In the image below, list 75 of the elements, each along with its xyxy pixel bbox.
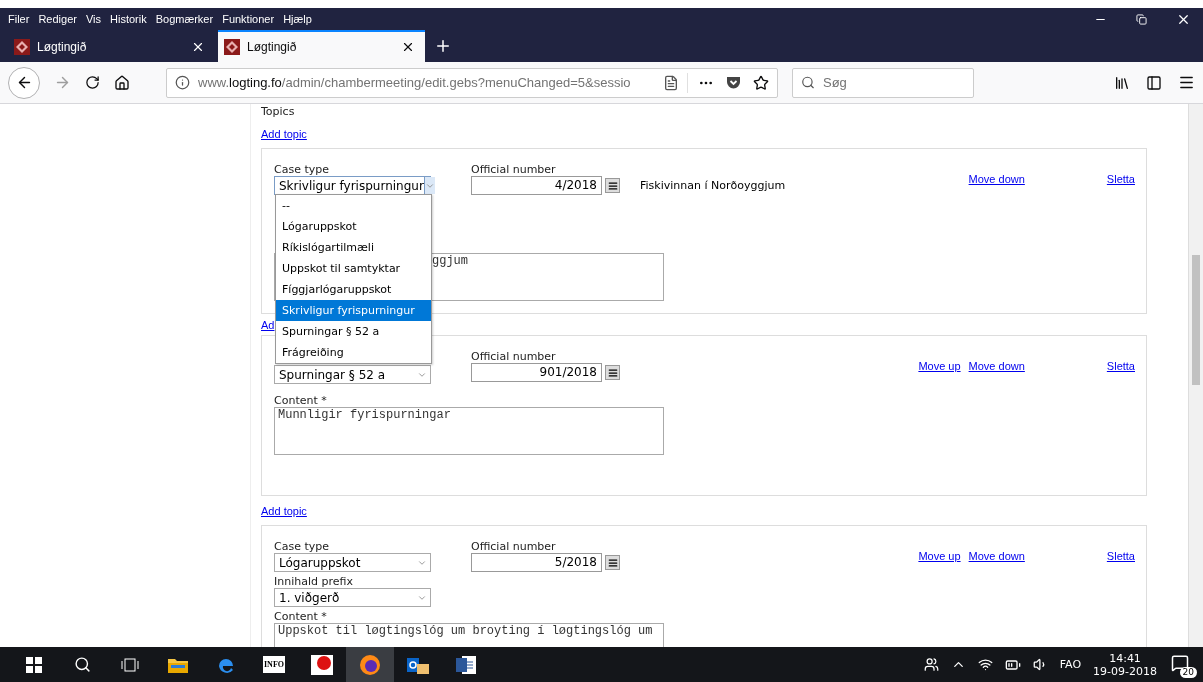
restore-icon[interactable]: [1136, 13, 1147, 25]
dropdown-option[interactable]: Uppskot til samtyktar: [276, 258, 431, 279]
favicon-icon: [224, 39, 240, 55]
official-number-field[interactable]: 5/2018: [471, 553, 602, 572]
field-label: Official number: [471, 163, 557, 176]
close-icon[interactable]: [401, 40, 415, 54]
search-icon: [801, 75, 815, 90]
scrollbar-thumb[interactable]: [1192, 255, 1200, 385]
clock-date[interactable]: 19-09-2018: [1093, 664, 1157, 678]
menu-item[interactable]: Funktioner: [222, 13, 275, 25]
people-icon[interactable]: [923, 657, 939, 672]
home-icon[interactable]: [114, 74, 130, 91]
back-button[interactable]: [8, 66, 40, 99]
field-label: Official number: [471, 540, 557, 553]
official-number-field[interactable]: 901/2018: [471, 363, 602, 382]
forward-icon[interactable]: [54, 74, 71, 91]
move-link[interactable]: Move down: [968, 550, 1025, 562]
dropdown-option[interactable]: Fíggjarlógaruppskot: [276, 279, 431, 300]
dropdown-option[interactable]: --: [276, 195, 431, 216]
move-link[interactable]: Move up: [918, 360, 961, 372]
menu-item[interactable]: Vis: [85, 13, 101, 25]
menu-item[interactable]: Historik: [110, 13, 147, 25]
field-label: Case type: [274, 540, 330, 553]
topic-title: Fiskivinnan í Norðoyggjum: [640, 179, 786, 192]
favicon-icon: [14, 39, 30, 55]
wifi-icon[interactable]: [977, 657, 993, 672]
dropdown-option[interactable]: Lógaruppskot: [276, 216, 431, 237]
address-bar[interactable]: www.logting.fo/admin/chambermeeting/edit.gebs?menuChanged=5&sessio: [166, 67, 778, 98]
add-topic-link[interactable]: Add topic: [261, 127, 307, 140]
menu-item[interactable]: Rediger: [38, 13, 77, 25]
content-textarea[interactable]: Munnligir fyrispurningar: [274, 407, 664, 455]
field-label: Content *: [274, 394, 328, 407]
field-label: Innihald prefix: [274, 575, 354, 588]
library-icon[interactable]: [1114, 74, 1130, 91]
dropdown-option[interactable]: Skrivligur fyrispurningur: [276, 300, 431, 321]
add-topic-link[interactable]: Ad: [261, 318, 275, 331]
delete-link[interactable]: Sletta: [1106, 173, 1135, 185]
reload-icon[interactable]: [85, 75, 100, 90]
prefix-select[interactable]: 1. viðgerð: [274, 588, 431, 607]
menu-icon[interactable]: [1178, 74, 1195, 91]
info-icon[interactable]: [175, 75, 190, 90]
dropdown-option[interactable]: Ríkislógartilmæli: [276, 237, 431, 258]
official-number-field[interactable]: 4/2018: [471, 176, 602, 195]
clock-time[interactable]: 14:41: [1109, 651, 1141, 665]
sidebar-icon[interactable]: [1146, 74, 1162, 91]
list-button[interactable]: [605, 365, 620, 380]
field-label: Content *: [274, 610, 328, 623]
menu-item[interactable]: Hjælp: [283, 13, 312, 25]
dropdown-option[interactable]: Frágreiðing: [276, 342, 431, 363]
move-link[interactable]: Move down: [968, 360, 1025, 372]
case-type-select[interactable]: Spurningar § 52 a: [274, 365, 431, 384]
field-label: Official number: [471, 350, 557, 363]
menu-item[interactable]: Bogmærker: [155, 13, 214, 25]
browser-tab[interactable]: Løgtingið: [8, 30, 215, 62]
move-link[interactable]: Move up: [918, 550, 961, 562]
close-icon[interactable]: [191, 40, 205, 54]
move-link[interactable]: Move down: [968, 173, 1025, 185]
delete-link[interactable]: Sletta: [1106, 360, 1135, 372]
firefox-icon[interactable]: [346, 647, 394, 682]
browser-tab[interactable]: Løgtingið: [218, 30, 425, 62]
language-indicator[interactable]: FAO: [1059, 658, 1082, 671]
menu-item[interactable]: Filer: [8, 13, 30, 25]
section-title: Topics: [261, 104, 296, 119]
list-button[interactable]: [605, 178, 620, 193]
delete-link[interactable]: Sletta: [1106, 550, 1135, 562]
case-type-select[interactable]: Lógaruppskot: [274, 553, 431, 572]
field-label: Case type: [274, 163, 330, 176]
add-topic-link[interactable]: Add topic: [261, 504, 307, 517]
search-input[interactable]: Søg: [821, 74, 965, 91]
dropdown-option[interactable]: Spurningar § 52 a: [276, 321, 431, 342]
bookmark-star-icon[interactable]: [753, 74, 769, 91]
reader-view-icon[interactable]: [663, 74, 679, 91]
search-field[interactable]: Søg: [792, 67, 974, 98]
pocket-icon[interactable]: [726, 75, 741, 90]
list-button[interactable]: [605, 555, 620, 570]
